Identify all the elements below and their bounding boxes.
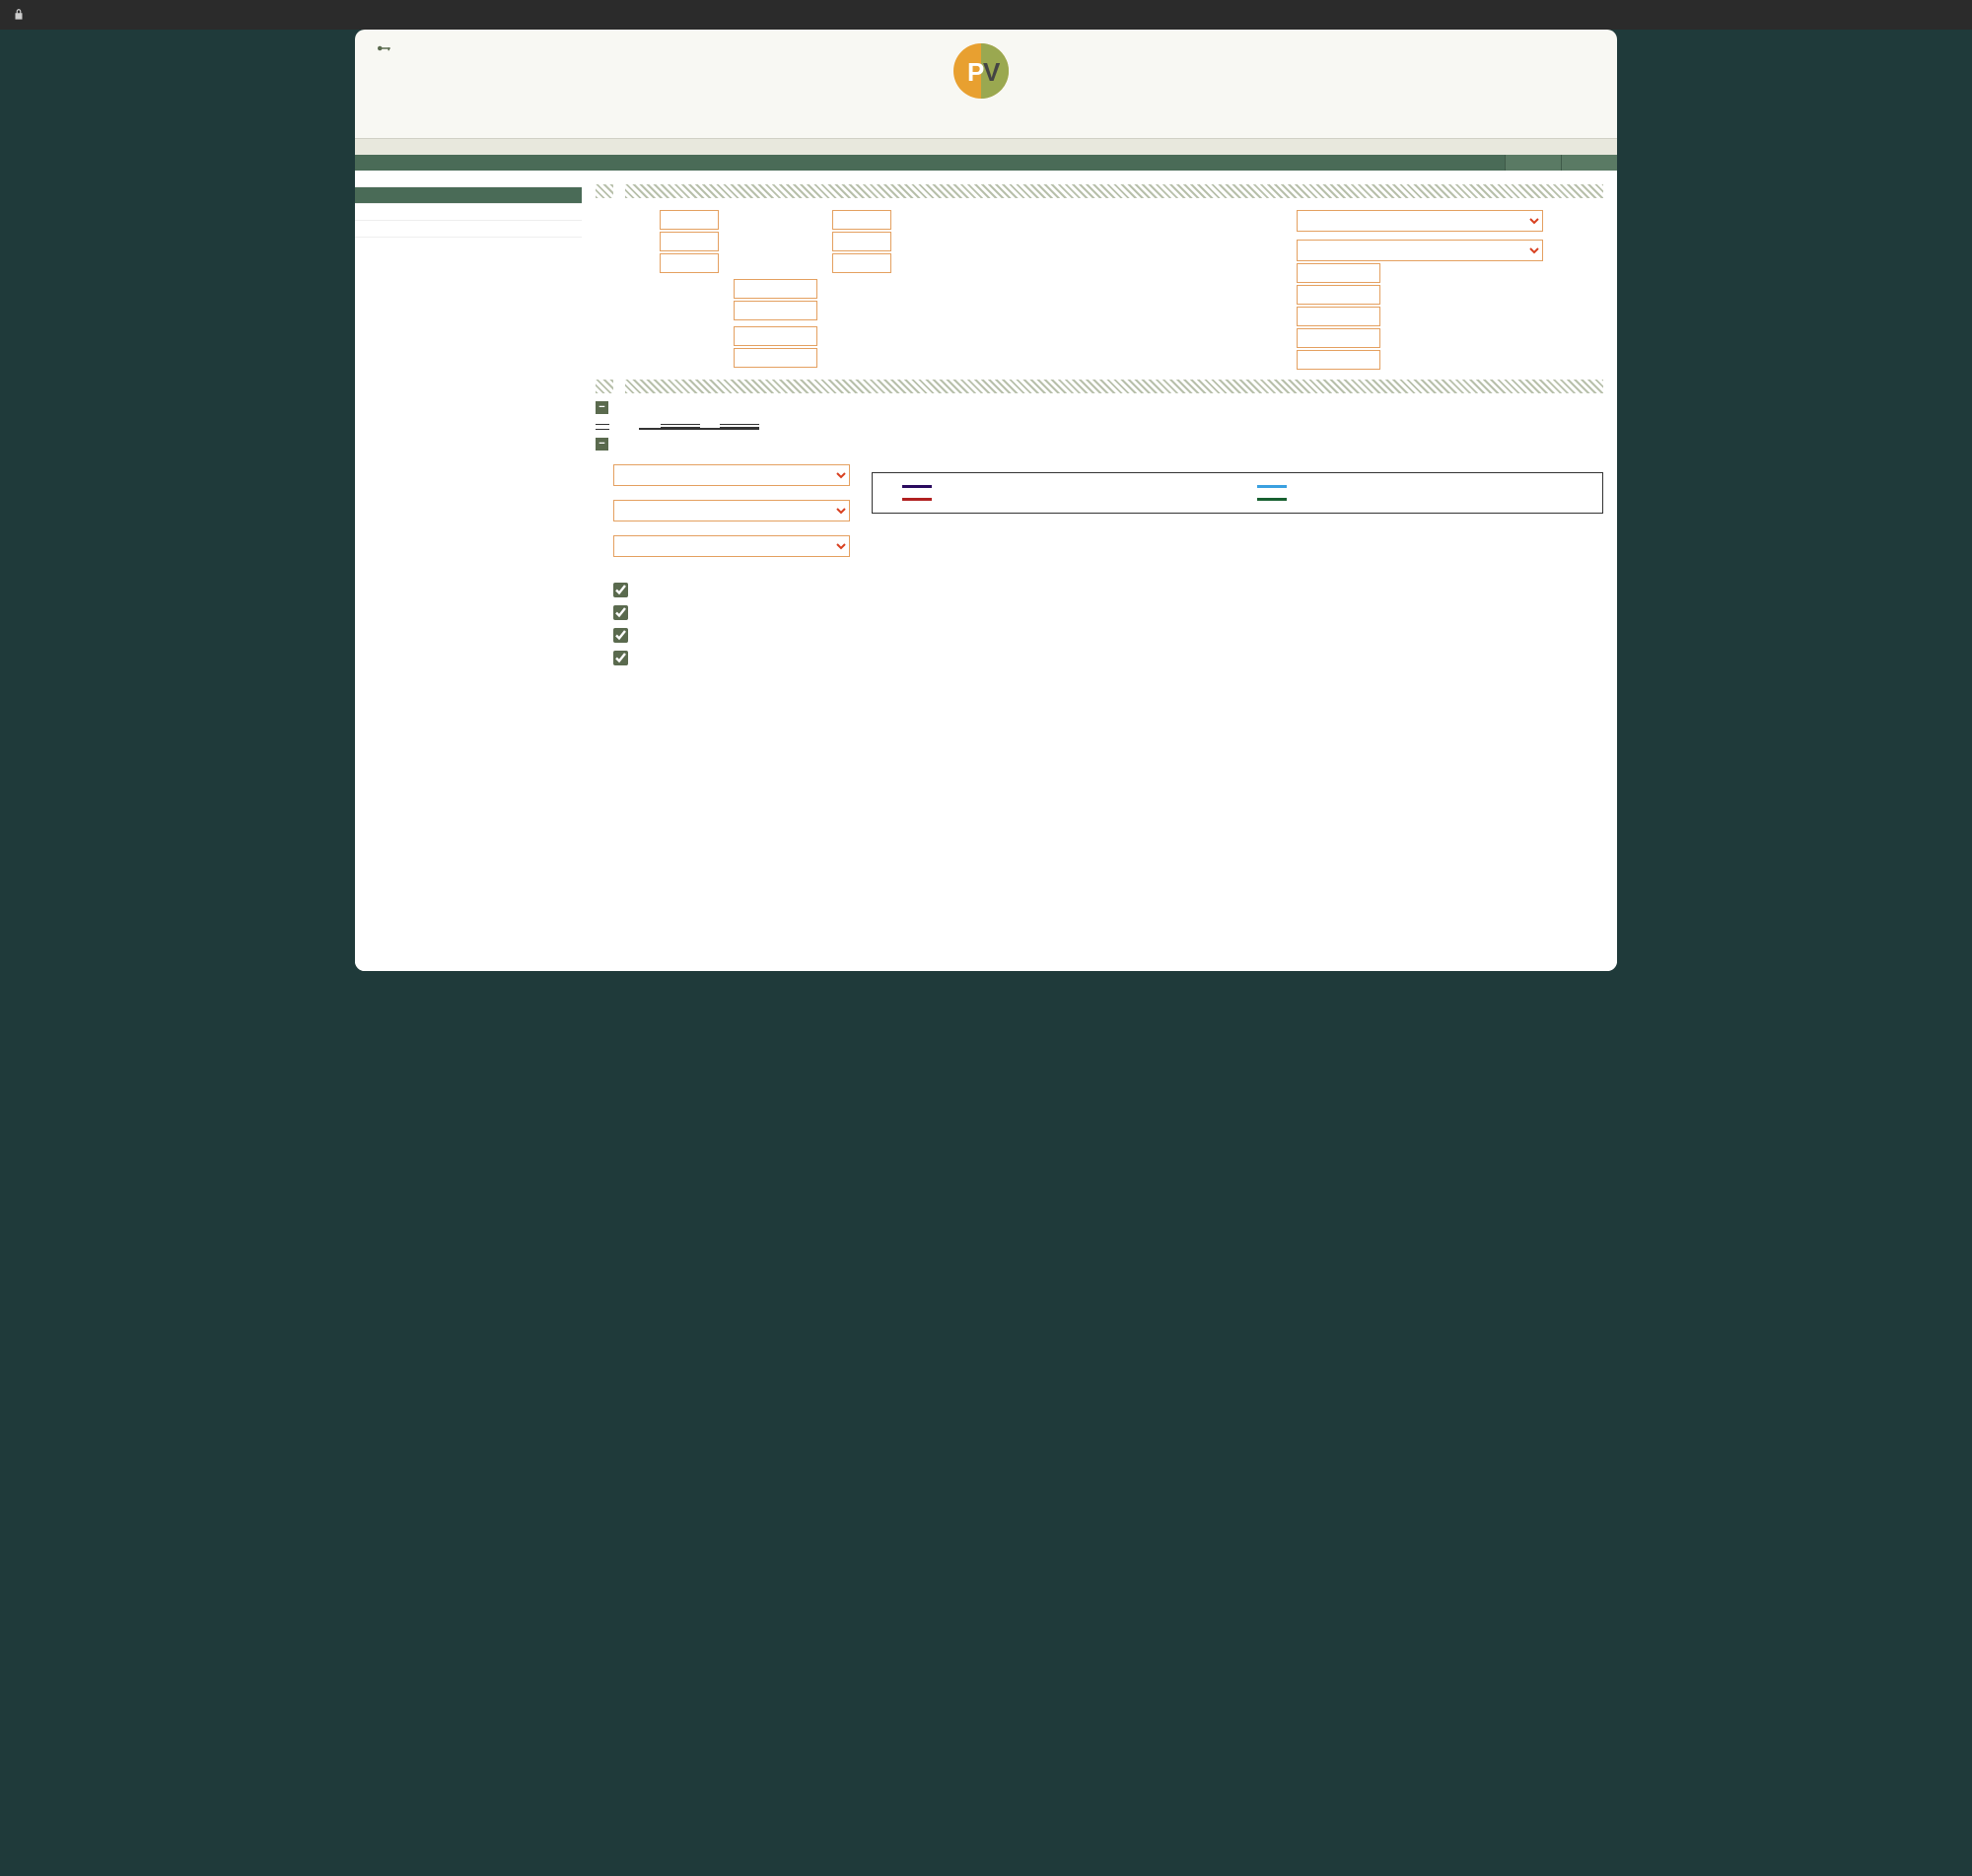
graph-toggle[interactable]: − [596, 438, 1603, 451]
title-bar [355, 155, 1617, 171]
chart-legend [872, 472, 1603, 514]
day-input[interactable] [660, 253, 719, 273]
header: PV [355, 30, 1617, 138]
main-panel: − [582, 171, 1617, 971]
logo-icon: PV [951, 41, 1011, 101]
browser-address-bar [0, 0, 1972, 30]
turbidity-input[interactable] [1297, 285, 1380, 305]
main-nav [355, 138, 1617, 155]
second-input[interactable] [832, 253, 891, 273]
hour-input[interactable] [832, 210, 891, 230]
latitude-input[interactable] [734, 279, 817, 299]
check-diffuse[interactable] [613, 628, 628, 643]
tilt-input[interactable] [734, 326, 817, 346]
minute-input[interactable] [832, 232, 891, 251]
sidebar-item-about[interactable] [355, 221, 582, 238]
plot-select[interactable] [613, 464, 850, 486]
outputs-header [596, 380, 1603, 393]
svg-text:P: P [967, 57, 984, 87]
solar-position-table [596, 422, 609, 430]
lock-icon [12, 8, 26, 22]
month-input[interactable] [660, 232, 719, 251]
inputs-header [596, 184, 1603, 198]
minus-icon: − [596, 438, 608, 451]
export-button[interactable] [1561, 155, 1617, 171]
transmission-model-select[interactable] [1297, 240, 1543, 261]
water-input[interactable] [1297, 307, 1380, 326]
check-extraterrestrial[interactable] [613, 583, 628, 597]
longitude-input[interactable] [734, 301, 817, 320]
page-container: PV [355, 30, 1617, 971]
year-input[interactable] [660, 210, 719, 230]
incident-spectrum-select[interactable] [1297, 210, 1543, 232]
chart [872, 523, 1603, 947]
incident-to-select[interactable] [613, 500, 850, 521]
albedo-input[interactable] [1297, 350, 1380, 370]
sidebar-item-upload[interactable] [355, 204, 582, 221]
restore-button[interactable] [1505, 155, 1561, 171]
check-global[interactable] [613, 651, 628, 665]
output-data-table [639, 422, 759, 430]
insolation-toggle[interactable]: − [596, 401, 1603, 414]
minus-icon: − [596, 401, 608, 414]
svg-text:V: V [983, 57, 1001, 87]
azimuth-input[interactable] [734, 348, 817, 368]
against-select[interactable] [613, 535, 850, 557]
sidebar-item-calculator[interactable] [355, 171, 582, 187]
pressure-input[interactable] [1297, 263, 1380, 283]
check-direct[interactable] [613, 605, 628, 620]
graph-controls [596, 460, 852, 951]
sidebar [355, 171, 582, 971]
page-title [355, 155, 394, 171]
logo[interactable]: PV [951, 41, 1021, 101]
sidebar-item-options[interactable] [355, 187, 582, 204]
ozone-input[interactable] [1297, 328, 1380, 348]
key-icon [373, 39, 394, 57]
